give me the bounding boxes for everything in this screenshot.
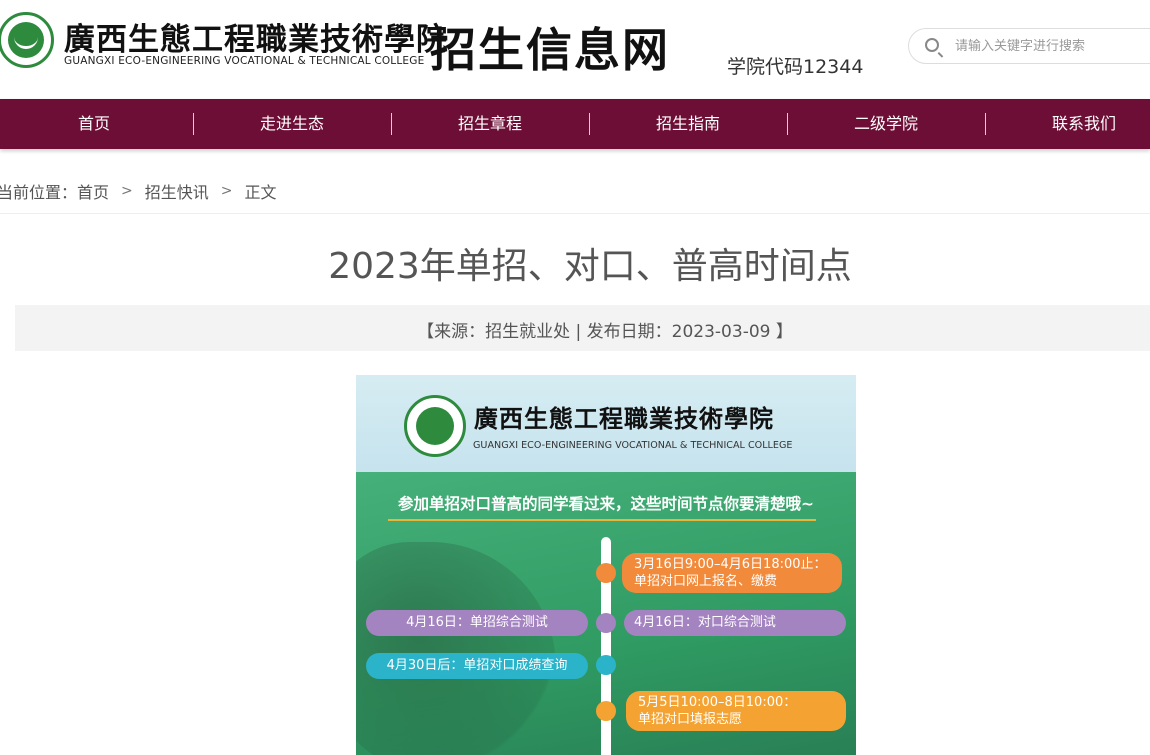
nav-item-home[interactable]: 首页 [0, 99, 193, 149]
breadcrumb-news[interactable]: 招生快讯 [145, 183, 209, 202]
emblem-inner [416, 407, 454, 445]
emblem-inner [8, 22, 44, 58]
poster-college-name-cn: 廣西生態工程職業技術學院 [474, 404, 774, 433]
article-meta-bar: 【来源：招生就业处 | 发布日期：2023-03-09 】 [15, 305, 1150, 351]
timeline-event: 4月30日后：单招对口成绩查询 [366, 653, 588, 679]
poster-heading: 参加单招对口普高的同学看过来，这些时间节点你要清楚哦~ [398, 495, 814, 513]
article-meta: 【来源：招生就业处 | 发布日期：2023-03-09 】 [417, 322, 793, 342]
breadcrumb-separator: > [220, 183, 233, 199]
breadcrumb-separator: > [121, 183, 133, 199]
site-header: 廣西生態工程職業技術學院 GUANGXI ECO-ENGINEERING VOC… [0, 0, 1150, 99]
poster-header: 廣西生態工程職業技術學院 GUANGXI ECO-ENGINEERING VOC… [356, 375, 856, 472]
event-line: 单招对口填报志愿 [638, 712, 743, 727]
timeline-event: 4月16日：对口综合测试 [624, 610, 846, 636]
timeline-event: 4月16日：单招综合测试 [366, 610, 588, 636]
nav-item-admission-guide[interactable]: 招生指南 [589, 99, 787, 149]
breadcrumb-prefix: 当前位置： [0, 183, 78, 202]
college-emblem-icon [404, 395, 466, 457]
site-title: 招生信息网 [430, 23, 670, 77]
main-nav: 首页 走进生态 招生章程 招生指南 二级学院 联系我们 [0, 99, 1150, 149]
timeline-dot [596, 655, 616, 675]
college-name-cn[interactable]: 廣西生態工程職業技術學院 [64, 14, 448, 59]
poster-heading-underline [388, 519, 816, 521]
nav-item-about[interactable]: 走进生态 [193, 99, 391, 149]
college-name-en: GUANGXI ECO-ENGINEERING VOCATIONAL & TEC… [64, 55, 425, 67]
timeline-event: 5月5日10:00–8日10:00： 单招对口填报志愿 [626, 691, 846, 731]
article-poster-image: 廣西生態工程職業技術學院 GUANGXI ECO-ENGINEERING VOC… [356, 375, 856, 755]
event-line: 3月16日9:00–4月6日18:00止： [634, 557, 827, 572]
nav-item-departments[interactable]: 二级学院 [787, 99, 985, 149]
event-line: 5月5日10:00–8日10:00： [638, 695, 797, 710]
timeline-dot [596, 613, 616, 633]
article-title: 2023年单招、对口、普高时间点 [328, 246, 852, 287]
school-code: 学院代码12344 [727, 56, 864, 78]
nav-item-contact[interactable]: 联系我们 [985, 99, 1150, 149]
poster-college-name-en: GUANGXI ECO-ENGINEERING VOCATIONAL & TEC… [473, 440, 793, 451]
timeline-dot [596, 563, 616, 583]
event-line: 单招对口网上报名、缴费 [634, 574, 778, 589]
timeline-dot [596, 701, 616, 721]
eagle-silhouette-icon [356, 542, 556, 755]
search-box[interactable] [908, 28, 1150, 64]
nav-item-admission-rules[interactable]: 招生章程 [391, 99, 589, 149]
divider [0, 213, 1150, 214]
breadcrumb: 当前位置：首页 > 招生快讯 > 正文 [0, 179, 277, 203]
timeline-event: 3月16日9:00–4月6日18:00止： 单招对口网上报名、缴费 [622, 553, 842, 593]
search-icon[interactable] [925, 38, 939, 52]
search-input[interactable] [955, 34, 1145, 58]
breadcrumb-home[interactable]: 首页 [77, 183, 109, 202]
college-emblem-icon[interactable] [0, 12, 54, 68]
breadcrumb-current: 正文 [244, 183, 277, 202]
